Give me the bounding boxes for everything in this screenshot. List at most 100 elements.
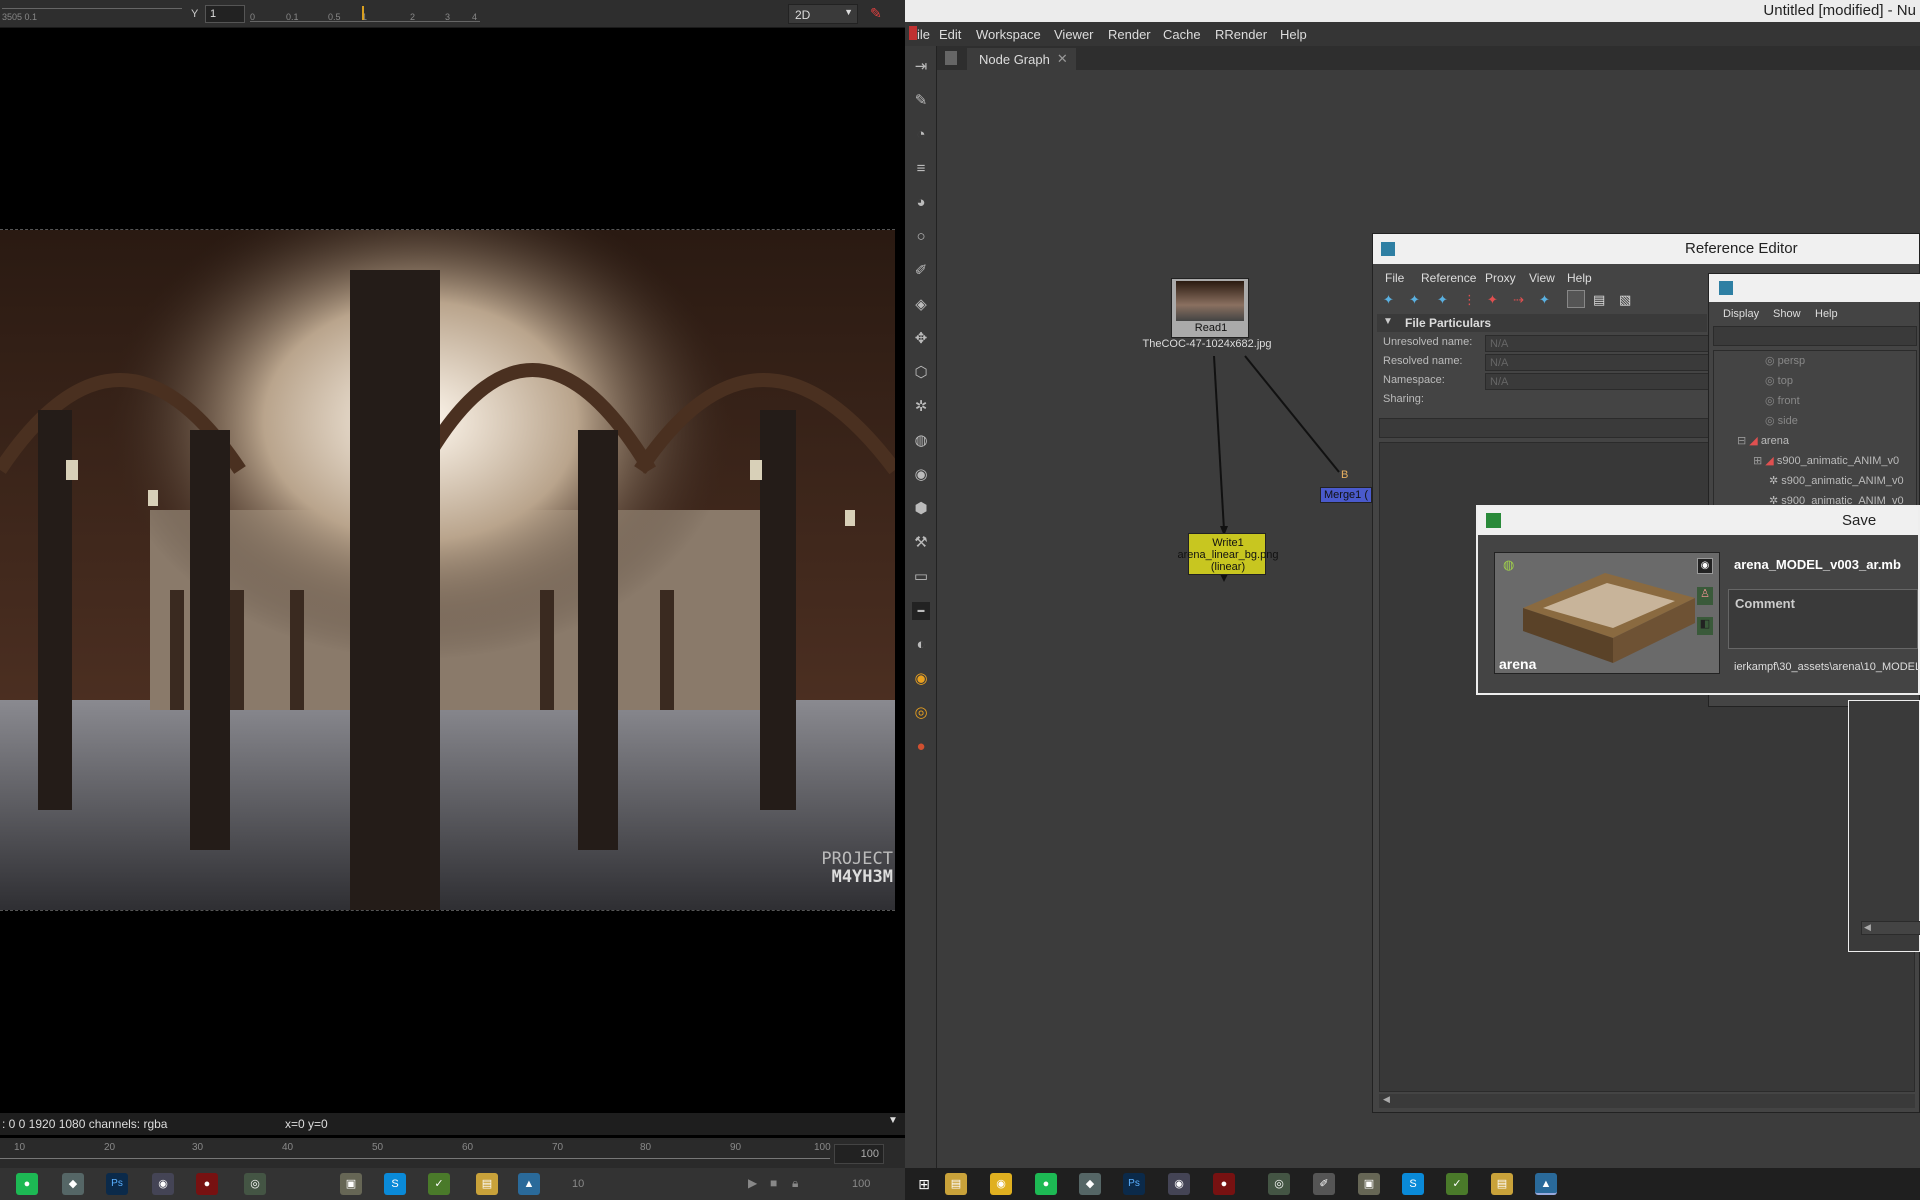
view-mode-dropdown[interactable]: 2D ▼ xyxy=(788,4,858,24)
lock-icon[interactable]: 🔒︎ xyxy=(792,1176,798,1191)
nuke-icon[interactable]: ▲ xyxy=(518,1173,540,1195)
app-icon[interactable]: ◆ xyxy=(62,1173,84,1195)
outliner-menu-show[interactable]: Show xyxy=(1773,308,1801,320)
film-icon[interactable]: ▣ xyxy=(340,1173,362,1195)
keyer-icon[interactable]: ✐ xyxy=(912,262,930,280)
file-particulars-header[interactable]: ▼ File Particulars xyxy=(1377,314,1707,332)
menu-workspace[interactable]: Workspace xyxy=(976,27,1041,42)
app-icon[interactable]: ✓ xyxy=(428,1173,450,1195)
gizmo-icon[interactable]: ◐ xyxy=(912,636,930,654)
camera-icon[interactable]: ◉ xyxy=(1697,558,1713,574)
metadata-icon[interactable]: ⬢ xyxy=(912,500,930,518)
skype-icon[interactable]: S xyxy=(384,1173,406,1195)
app-icon[interactable]: ◉ xyxy=(1168,1173,1190,1195)
3d-icon[interactable]: ⬡ xyxy=(912,364,930,382)
menu-render[interactable]: Render xyxy=(1108,27,1151,42)
file-explorer-icon[interactable]: ▤ xyxy=(945,1173,967,1195)
list-view-icon[interactable] xyxy=(1567,290,1585,308)
menu-file[interactable]: ile xyxy=(917,27,930,42)
end-frame-field[interactable]: 100 xyxy=(834,1144,884,1164)
play-icon[interactable]: ▶ xyxy=(748,1176,757,1190)
comment-field[interactable]: Comment xyxy=(1728,589,1918,649)
outliner-search-input[interactable] xyxy=(1713,326,1917,346)
reload-reference-icon[interactable]: ✦ xyxy=(1437,292,1448,308)
stop-icon[interactable]: ■ xyxy=(770,1176,777,1190)
toolsets-icon[interactable]: ⚒ xyxy=(912,534,930,552)
merge-node[interactable]: Merge1 ( xyxy=(1320,487,1372,503)
plugin-icon[interactable]: ● xyxy=(912,738,930,756)
pen-icon[interactable]: ✎ xyxy=(870,5,882,22)
nuke-icon[interactable]: ▲ xyxy=(1535,1173,1557,1195)
chevron-down-icon[interactable]: ▼ xyxy=(888,1115,898,1126)
app-icon[interactable]: ● xyxy=(1213,1173,1235,1195)
filter-icon[interactable]: ○ xyxy=(912,228,930,246)
windows-start-icon[interactable]: ⊞ xyxy=(913,1173,935,1195)
ref-menu-help[interactable]: Help xyxy=(1567,271,1592,285)
remove-reference-icon[interactable]: ✦ xyxy=(1409,292,1420,308)
photoshop-icon[interactable]: Ps xyxy=(106,1173,128,1195)
eye-icon[interactable]: ◎ xyxy=(244,1173,266,1195)
check-icon[interactable]: ◔ xyxy=(912,126,930,144)
menu-rrender[interactable]: RRender xyxy=(1215,27,1267,42)
channel-icon[interactable]: ≡ xyxy=(912,160,930,178)
eye-icon[interactable]: ◎ xyxy=(912,704,930,722)
transform-icon[interactable]: ✥ xyxy=(912,330,930,348)
app-icon[interactable]: ● xyxy=(196,1173,218,1195)
asset-thumbnail[interactable]: ◍ ◉ ♙ ◧ arena xyxy=(1494,552,1720,674)
scroll-left-icon[interactable]: ◀ xyxy=(1864,922,1871,933)
close-icon[interactable]: ✕ xyxy=(1057,51,1068,67)
menu-cache[interactable]: Cache xyxy=(1163,27,1201,42)
ref-menu-proxy[interactable]: Proxy xyxy=(1485,271,1516,285)
merge-icon[interactable]: ◈ xyxy=(912,296,930,314)
export-reference-icon[interactable]: ⇢ xyxy=(1513,292,1524,308)
select-reference-icon[interactable]: ✦ xyxy=(1539,292,1550,308)
gain-slider[interactable]: 0 0.1 0.5 1 2 3 4 xyxy=(250,6,480,22)
deep-icon[interactable]: ◍ xyxy=(912,432,930,450)
skype-icon[interactable]: S xyxy=(1402,1173,1424,1195)
tree-view-icon[interactable]: ▤ xyxy=(1593,292,1605,308)
eye-icon[interactable]: ◎ xyxy=(1268,1173,1290,1195)
slider-handle[interactable] xyxy=(362,6,364,20)
brush-icon[interactable]: ✎ xyxy=(912,92,930,110)
folder-icon[interactable]: ▤ xyxy=(1491,1173,1513,1195)
fire-icon[interactable]: ◉ xyxy=(912,670,930,688)
film-icon[interactable]: ▣ xyxy=(1358,1173,1380,1195)
folder-icon[interactable]: ▤ xyxy=(476,1173,498,1195)
person-icon[interactable]: ♙ xyxy=(1697,587,1713,605)
ref-menu-reference[interactable]: Reference xyxy=(1421,271,1476,285)
scroll-left-icon[interactable]: ◀ xyxy=(1383,1094,1390,1105)
horizontal-scrollbar[interactable]: ◀ xyxy=(1379,1094,1915,1108)
color-icon[interactable]: ◕ xyxy=(912,194,930,212)
pen-icon[interactable]: ✐ xyxy=(1313,1173,1335,1195)
y-input[interactable] xyxy=(205,5,245,23)
pane-menu-icon[interactable] xyxy=(945,51,957,65)
read-node[interactable]: Read1 xyxy=(1171,278,1249,338)
spotify-icon[interactable]: ● xyxy=(1035,1173,1057,1195)
timeline[interactable]: 10 20 30 40 50 60 70 80 90 100 100 xyxy=(0,1138,905,1168)
outliner-menu-help[interactable]: Help xyxy=(1815,308,1838,320)
lightbulb-icon[interactable]: ◍ xyxy=(1503,557,1514,573)
unload-reference-icon[interactable]: ⋮ xyxy=(1463,292,1476,308)
write-node[interactable]: Write1 arena_linear_bg.png (linear) xyxy=(1178,533,1278,575)
tab-node-graph[interactable]: Node Graph ✕ xyxy=(967,48,1076,70)
furnace-icon[interactable]: ▬ xyxy=(912,602,930,620)
app-icon[interactable]: ◉ xyxy=(152,1173,174,1195)
ref-menu-view[interactable]: View xyxy=(1529,271,1555,285)
spotify-icon[interactable]: ● xyxy=(16,1173,38,1195)
material-icon[interactable]: ◧ xyxy=(1697,617,1713,635)
proxy-view-icon[interactable]: ▧ xyxy=(1619,292,1631,308)
app-icon[interactable]: ◆ xyxy=(1079,1173,1101,1195)
ref-menu-file[interactable]: File xyxy=(1385,271,1404,285)
app-icon[interactable]: ✓ xyxy=(1446,1173,1468,1195)
side-panel-scrollbar[interactable]: ◀ xyxy=(1861,921,1920,935)
menu-help[interactable]: Help xyxy=(1280,27,1307,42)
particles-icon[interactable]: ✲ xyxy=(912,398,930,416)
other-icon[interactable]: ▭ xyxy=(912,568,930,586)
arrow-icon[interactable]: ⇥ xyxy=(912,58,930,76)
photoshop-icon[interactable]: Ps xyxy=(1123,1173,1145,1195)
create-reference-icon[interactable]: ✦ xyxy=(1383,292,1394,308)
chrome-icon[interactable]: ◉ xyxy=(990,1173,1012,1195)
menu-viewer[interactable]: Viewer xyxy=(1054,27,1094,42)
outliner-menu-display[interactable]: Display xyxy=(1723,308,1759,320)
views-icon[interactable]: ◉ xyxy=(912,466,930,484)
